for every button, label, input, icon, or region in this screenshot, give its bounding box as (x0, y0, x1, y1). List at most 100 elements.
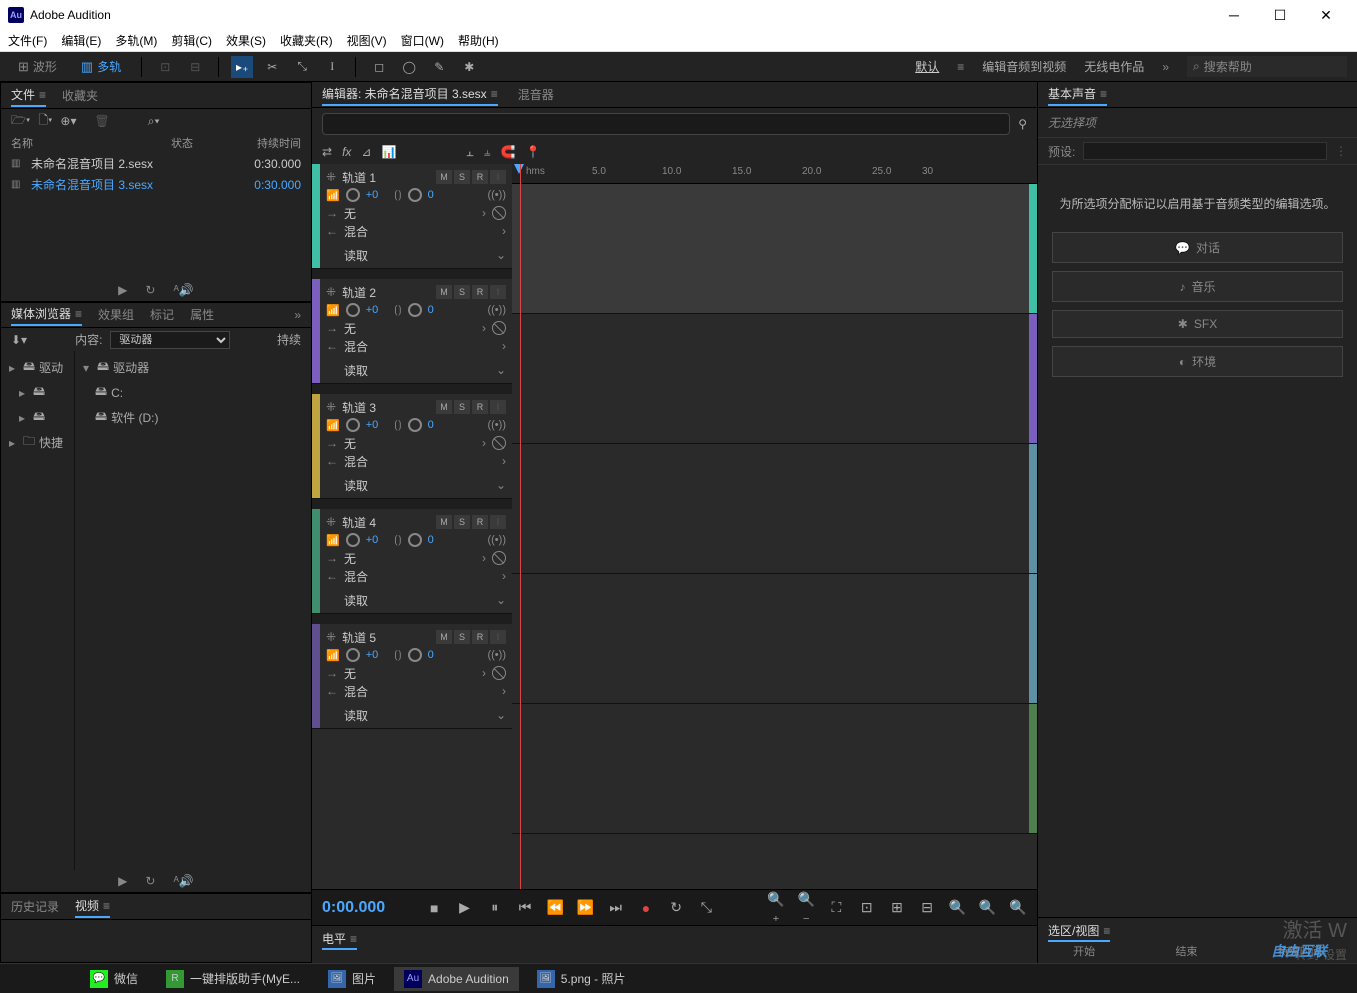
output-select[interactable]: 混合› (344, 338, 506, 355)
zoom-in-v-icon[interactable]: ⊞ (888, 899, 906, 916)
pan-value[interactable]: 0 (428, 304, 434, 316)
monitor-button[interactable]: I (490, 515, 506, 529)
tree-item[interactable]: ▸🖴 (5, 405, 70, 430)
menu-multitrack[interactable]: 多轨(M) (115, 32, 157, 49)
mute-button[interactable]: M (436, 170, 452, 184)
essential-sound-tab[interactable]: 基本声音≡ (1048, 83, 1107, 106)
track-name[interactable]: 轨道 4 (342, 514, 376, 531)
eq-icon[interactable]: 📊 (381, 145, 396, 159)
monitor-button[interactable]: I (490, 170, 506, 184)
timeline[interactable]: hms 5.0 10.0 15.0 20.0 25.0 30 (512, 164, 1037, 889)
autoplay-icon[interactable]: ᴬ🔊 (173, 874, 193, 888)
overflow-icon[interactable]: » (294, 308, 301, 322)
zoom-in-t-icon[interactable]: 🔍 (948, 899, 966, 916)
output-select[interactable]: 混合› (344, 223, 506, 240)
read-mode-select[interactable]: 读取⌄ (344, 362, 506, 379)
track-name[interactable]: 轨道 1 (342, 169, 376, 186)
stop-button[interactable]: ■ (425, 900, 443, 916)
send-icon[interactable]: ⊿ (361, 145, 371, 159)
mute-button[interactable]: M (436, 285, 452, 299)
sfx-type-button[interactable]: ✱SFX (1052, 310, 1343, 338)
pan-value[interactable]: 0 (428, 189, 434, 201)
workspace-radio[interactable]: 无线电作品 (1084, 58, 1144, 75)
tree-item[interactable]: 🖴软件 (D:) (79, 405, 307, 430)
phase-icon[interactable] (492, 436, 506, 450)
autoplay-icon[interactable]: ᴬ🔊 (173, 283, 193, 297)
mixer-tab[interactable]: 混音器 (518, 84, 554, 105)
phase-icon[interactable] (492, 551, 506, 565)
up-folder-icon[interactable]: ⬇▾ (11, 333, 27, 347)
col-name[interactable]: 名称 (11, 135, 171, 151)
track-lane[interactable] (512, 704, 1037, 834)
multitrack-mode-button[interactable]: ▥ 多轨 (73, 56, 129, 77)
ws-overflow-icon[interactable]: » (1162, 60, 1169, 74)
workspace-edit-audio-video[interactable]: 编辑音频到视频 (982, 58, 1066, 75)
hud-icon[interactable]: ⊡ (154, 56, 176, 78)
volume-value[interactable]: +0 (366, 534, 379, 546)
solo-button[interactable]: S (454, 515, 470, 529)
track-header[interactable]: ⁜ 轨道 5 M S R I 📶 +0 ⟮⟯ 0 ((•)) →无› ←混合› (312, 624, 512, 729)
tree-item[interactable]: ▸🖴 (5, 380, 70, 405)
ws-menu-icon[interactable]: ≡ (957, 60, 964, 74)
loop-icon[interactable]: ↻ (145, 283, 155, 297)
track-handle-icon[interactable]: ⁜ (326, 285, 336, 299)
taskbar-item[interactable]: 🖼图片 (318, 967, 386, 991)
volume-value[interactable]: +0 (366, 304, 379, 316)
file-row[interactable]: ▥ 未命名混音项目 2.sesx 0:30.000 (1, 153, 311, 174)
heal-tool[interactable]: ✱ (458, 56, 480, 78)
video-tab[interactable]: 视频≡ (75, 895, 110, 918)
marquee-tool[interactable]: ◻ (368, 56, 390, 78)
track-handle-icon[interactable]: ⁜ (326, 400, 336, 414)
monitor-button[interactable]: I (490, 630, 506, 644)
tree-item[interactable]: ▸🖴驱动 (5, 355, 70, 380)
pan-knob[interactable] (408, 303, 422, 317)
ambience-type-button[interactable]: ◐环境 (1052, 346, 1343, 377)
dialog-type-button[interactable]: 💬对话 (1052, 232, 1343, 263)
record-button[interactable]: ● (637, 900, 655, 916)
input-select[interactable]: 无› (344, 320, 486, 337)
slip-tool[interactable]: ⤡ (291, 56, 313, 78)
pan-knob[interactable] (408, 188, 422, 202)
move-tool[interactable]: ▸₊ (231, 56, 253, 78)
track-handle-icon[interactable]: ⁜ (326, 630, 336, 644)
read-mode-select[interactable]: 读取⌄ (344, 707, 506, 724)
effects-rack-tab[interactable]: 效果组 (98, 304, 134, 325)
go-start-button[interactable]: ⏮ (516, 899, 534, 916)
history-tab[interactable]: 历史记录 (11, 896, 59, 917)
volume-knob[interactable] (346, 188, 360, 202)
files-tab[interactable]: 文件≡ (11, 84, 46, 107)
monitor-button[interactable]: I (490, 400, 506, 414)
read-mode-select[interactable]: 读取⌄ (344, 477, 506, 494)
zoom-full-icon[interactable]: ⛶ (827, 899, 845, 916)
snap-icon[interactable]: 🧲 (500, 145, 515, 159)
track-header[interactable]: ⁜ 轨道 1 M S R I 📶 +0 ⟮⟯ 0 ((•)) →无› ←混合› (312, 164, 512, 269)
taskbar-item[interactable]: 💬微信 (80, 967, 148, 991)
phase-icon[interactable] (492, 666, 506, 680)
razor-tool[interactable]: ✂ (261, 56, 283, 78)
track-name[interactable]: 轨道 5 (342, 629, 376, 646)
editor-tab[interactable]: 编辑器: 未命名混音项目 3.sesx≡ (322, 83, 498, 106)
tree-item[interactable]: ▸🗀快捷 (5, 430, 70, 455)
playhead-return-icon[interactable]: 📍 (525, 145, 540, 159)
workspace-default[interactable]: 默认 (915, 58, 939, 75)
zoom-out-v-icon[interactable]: ⊟ (918, 899, 936, 916)
record-arm-button[interactable]: R (472, 515, 488, 529)
output-select[interactable]: 混合› (344, 683, 506, 700)
col-duration[interactable]: 持续时间 (221, 135, 301, 151)
pan-value[interactable]: 0 (428, 419, 434, 431)
brush-tool[interactable]: ✎ (428, 56, 450, 78)
track-header[interactable]: ⁜ 轨道 4 M S R I 📶 +0 ⟮⟯ 0 ((•)) →无› ←混合› (312, 509, 512, 614)
taskbar-item[interactable]: R一键排版助手(MyE... (156, 967, 310, 991)
playhead-line[interactable] (520, 164, 521, 889)
tree-item[interactable]: ▾🖴驱动器 (79, 355, 307, 380)
preset-select[interactable] (1083, 142, 1327, 160)
new-file-icon[interactable]: 🗋▾ (38, 111, 52, 132)
phase-icon[interactable] (492, 206, 506, 220)
play-button[interactable]: ▶ (455, 899, 473, 916)
zoom-reset-icon[interactable]: 🔍 (1009, 899, 1027, 916)
time-ruler[interactable]: hms 5.0 10.0 15.0 20.0 25.0 30 (512, 164, 1037, 184)
col-status[interactable]: 状态 (171, 135, 221, 151)
zoom-out-icon[interactable]: 🔍₋ (797, 891, 815, 925)
taskbar-item[interactable]: 🖼5.png - 照片 (527, 967, 636, 991)
time-select-tool[interactable]: I (321, 56, 343, 78)
